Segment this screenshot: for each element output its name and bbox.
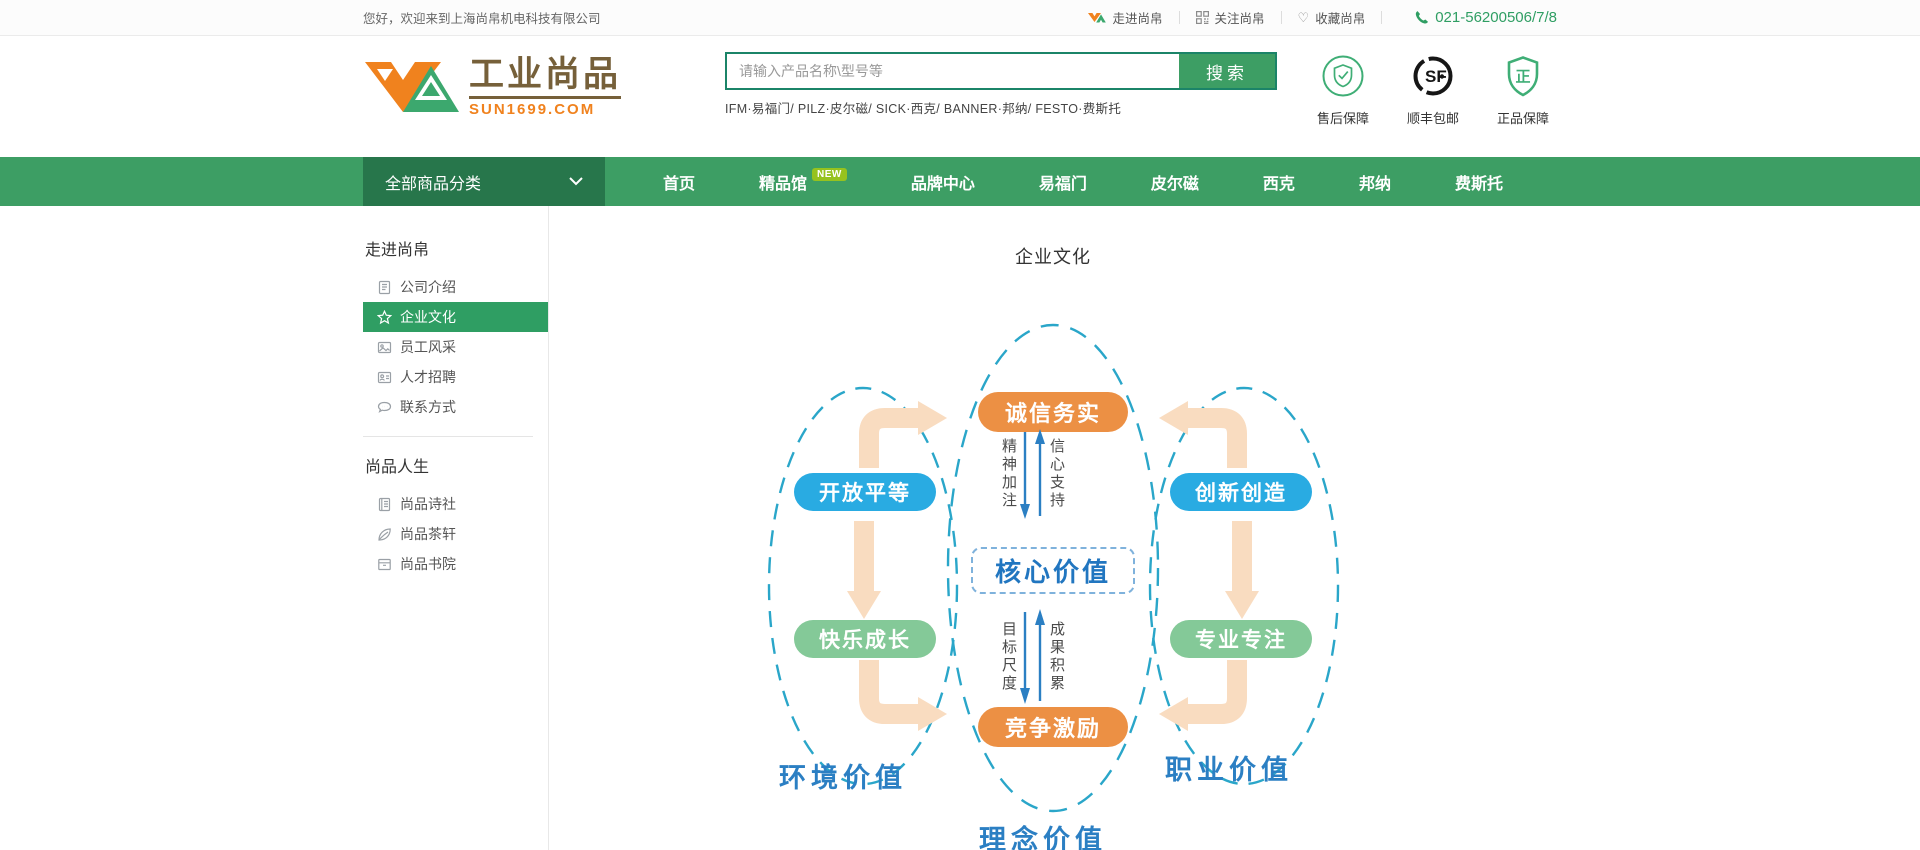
logo-mark-icon <box>363 56 459 119</box>
career-value-label: 职业价值 <box>1165 748 1293 787</box>
topbar-link-label: 走进尚帛 <box>1113 8 1163 27</box>
topbar-link-favorite[interactable]: ♡ 收藏尚帛 <box>1298 8 1366 27</box>
sidebar-item-staff[interactable]: 员工风采 <box>363 332 548 362</box>
achievement-text: 成果积累 <box>1049 621 1064 693</box>
badge-label: 售后保障 <box>1317 108 1369 127</box>
brand-mini-logo-icon <box>1088 11 1107 24</box>
nav-item-ifm[interactable]: 易福门 <box>1007 157 1119 206</box>
arrow-down-icon <box>1019 608 1031 705</box>
nav-item-sick[interactable]: 西克 <box>1231 157 1327 206</box>
sidebar-section-title: 尚品人生 <box>365 453 548 477</box>
qr-icon <box>1196 11 1209 24</box>
poem-book-icon <box>377 497 392 512</box>
divider <box>1381 11 1382 24</box>
main-panel: 企业文化 <box>549 206 1557 850</box>
topbar-link-label: 关注尚帛 <box>1215 8 1265 27</box>
logo-title: 工业尚品 <box>469 57 621 99</box>
chat-icon <box>377 400 392 415</box>
pill-professional: 专业专注 <box>1170 620 1312 658</box>
badge-sf-shipping: SF 顺丰包邮 <box>1399 54 1467 127</box>
sidebar-item-company-intro[interactable]: 公司介绍 <box>363 272 548 302</box>
all-categories-label: 全部商品分类 <box>385 170 481 194</box>
new-badge: NEW <box>812 168 847 181</box>
badge-aftersale: 售后保障 <box>1309 54 1377 127</box>
arrow-up-icon <box>1034 428 1046 520</box>
pill-innovation: 创新创造 <box>1170 473 1312 511</box>
sidebar-item-recruit[interactable]: 人才招聘 <box>363 362 548 392</box>
logo-domain: SUN1699.COM <box>469 101 621 118</box>
topbar-link-about[interactable]: 走进尚帛 <box>1088 8 1163 27</box>
spirit-text: 精神加注 <box>1001 438 1016 510</box>
environment-value-label: 环境价值 <box>779 756 907 795</box>
upper-exchange: 精神加注 信心支持 <box>1001 428 1064 520</box>
page-title: 企业文化 <box>549 243 1557 269</box>
pill-openness: 开放平等 <box>794 473 936 511</box>
divider <box>1179 11 1180 24</box>
all-categories-button[interactable]: 全部商品分类 <box>363 157 605 206</box>
page: 您好，欢迎来到上海尚帛机电科技有限公司 走进尚帛 <box>0 0 1920 850</box>
service-badges: 售后保障 SF 顺丰包邮 <box>1309 54 1557 127</box>
confidence-text: 信心支持 <box>1049 438 1064 510</box>
leaf-icon <box>377 527 392 542</box>
culture-diagram: 诚信务实 开放平等 创新创造 核心价值 快乐成长 专业专注 竞争激励 精神加注 … <box>733 318 1373 850</box>
search-box: 搜索 <box>725 52 1277 90</box>
content-area: 走进尚帛 公司介绍 企业文化 员工风采 人才招聘 联系方式 <box>363 206 1557 850</box>
badge-label: 顺丰包邮 <box>1407 108 1459 127</box>
site-logo[interactable]: 工业尚品 SUN1699.COM <box>363 56 621 119</box>
nav-item-home[interactable]: 首页 <box>631 157 727 206</box>
search-block: 搜索 IFM·易福门/ PILZ·皮尔磁/ SICK·西克/ BANNER·邦纳… <box>725 52 1277 117</box>
arrow-down-icon <box>1019 428 1031 520</box>
search-button[interactable]: 搜索 <box>1179 54 1275 88</box>
phone-number: 021-56200506/7/8 <box>1435 9 1557 26</box>
nav-items: 首页 精品馆NEW 品牌中心 易福门 皮尔磁 西克 邦纳 费斯托 <box>631 157 1535 206</box>
sidebar-section-title: 走进尚帛 <box>365 236 548 260</box>
sidebar-item-company-culture[interactable]: 企业文化 <box>363 302 548 332</box>
nav-item-pilz[interactable]: 皮尔磁 <box>1119 157 1231 206</box>
sf-express-icon: SF <box>1411 54 1455 103</box>
nav-item-festo[interactable]: 费斯托 <box>1423 157 1535 206</box>
lower-exchange: 目标尺度 成果积累 <box>1001 608 1064 705</box>
company-icon <box>377 280 392 295</box>
divider <box>1281 11 1282 24</box>
sidebar-item-poetry-club[interactable]: 尚品诗社 <box>363 489 548 519</box>
sidebar-item-academy[interactable]: 尚品书院 <box>363 549 548 579</box>
sidebar-divider <box>363 436 533 437</box>
hot-brand-links[interactable]: IFM·易福门/ PILZ·皮尔磁/ SICK·西克/ BANNER·邦纳/ F… <box>725 98 1277 117</box>
core-value-box: 核心价值 <box>971 547 1135 594</box>
shield-check-icon <box>1321 54 1365 103</box>
service-phone[interactable]: 021-56200506/7/8 <box>1414 9 1557 26</box>
nav-item-boutique[interactable]: 精品馆NEW <box>727 157 879 206</box>
star-icon <box>377 310 392 325</box>
goal-text: 目标尺度 <box>1001 621 1016 693</box>
concept-value-label: 理念价值 <box>979 818 1107 850</box>
top-bar: 您好，欢迎来到上海尚帛机电科技有限公司 走进尚帛 <box>0 0 1920 36</box>
nav-item-brand-center[interactable]: 品牌中心 <box>879 157 1007 206</box>
phone-icon <box>1414 10 1429 25</box>
sidebar-item-tea-house[interactable]: 尚品茶轩 <box>363 519 548 549</box>
heart-icon: ♡ <box>1298 10 1310 26</box>
idcard-icon <box>377 370 392 385</box>
photo-icon <box>377 340 392 355</box>
chevron-down-icon <box>569 173 583 191</box>
svg-text:正: 正 <box>1516 69 1531 86</box>
archive-icon <box>377 557 392 572</box>
nav-item-banner[interactable]: 邦纳 <box>1327 157 1423 206</box>
site-header: 工业尚品 SUN1699.COM 搜索 IFM·易福门/ PILZ·皮尔磁/ S… <box>0 36 1920 157</box>
pill-integrity: 诚信务实 <box>978 392 1128 432</box>
search-input[interactable] <box>727 54 1179 88</box>
badge-genuine: 正 正品保障 <box>1489 54 1557 127</box>
arrow-up-icon <box>1034 608 1046 705</box>
pill-competition: 竞争激励 <box>978 707 1128 747</box>
genuine-shield-icon: 正 <box>1501 54 1545 103</box>
topbar-link-label: 收藏尚帛 <box>1315 8 1365 27</box>
pill-happy-growth: 快乐成长 <box>794 620 936 658</box>
main-nav: 全部商品分类 首页 精品馆NEW 品牌中心 易福门 皮尔磁 西克 邦纳 费斯托 <box>0 157 1920 206</box>
sidebar: 走进尚帛 公司介绍 企业文化 员工风采 人才招聘 联系方式 <box>363 206 549 850</box>
badge-label: 正品保障 <box>1497 108 1549 127</box>
topbar-link-follow[interactable]: 关注尚帛 <box>1196 8 1265 27</box>
welcome-text: 您好，欢迎来到上海尚帛机电科技有限公司 <box>363 8 601 27</box>
sidebar-item-contact[interactable]: 联系方式 <box>363 392 548 422</box>
